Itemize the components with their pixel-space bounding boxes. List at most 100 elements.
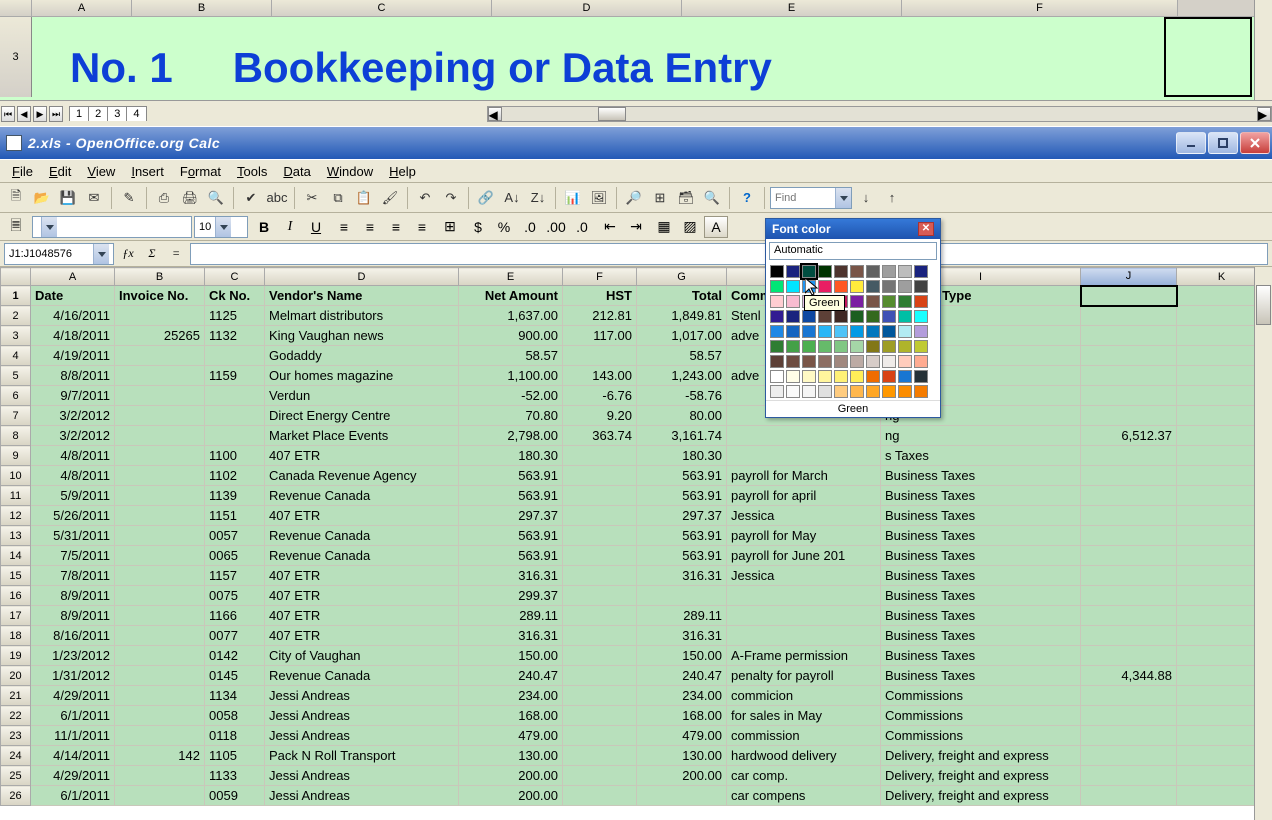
cell[interactable]: 70.80 — [459, 406, 563, 426]
bg-color-icon[interactable]: ▨ — [678, 216, 702, 238]
cell[interactable] — [1177, 586, 1255, 606]
color-swatch[interactable] — [914, 355, 928, 368]
color-swatch[interactable] — [770, 370, 784, 383]
cell[interactable] — [563, 686, 637, 706]
color-swatch[interactable] — [850, 280, 864, 293]
styles-icon[interactable]: 🗏 — [4, 216, 28, 238]
color-swatch[interactable] — [850, 370, 864, 383]
cell[interactable]: -52.00 — [459, 386, 563, 406]
header-cell[interactable]: Vendor's Name — [265, 286, 459, 306]
header-cell[interactable]: Net Amount — [459, 286, 563, 306]
row-header[interactable]: 7 — [1, 406, 31, 426]
color-swatch[interactable] — [882, 310, 896, 323]
cell[interactable] — [1081, 466, 1177, 486]
cell[interactable]: Pack N Roll Transport — [265, 746, 459, 766]
cell[interactable] — [1177, 726, 1255, 746]
cell[interactable]: 407 ETR — [265, 506, 459, 526]
font-size-combo[interactable]: 10 — [194, 216, 248, 238]
del-decimal-icon[interactable]: .0 — [570, 216, 594, 238]
cell[interactable]: commicion — [727, 686, 881, 706]
cell[interactable]: 1100 — [205, 446, 265, 466]
italic-button[interactable]: I — [278, 216, 302, 238]
cell[interactable] — [727, 586, 881, 606]
cell[interactable]: 0065 — [205, 546, 265, 566]
close-button[interactable] — [1240, 132, 1270, 154]
cell[interactable]: 143.00 — [563, 366, 637, 386]
tab-nav-next[interactable]: ▶ — [33, 106, 47, 122]
cell[interactable] — [563, 706, 637, 726]
color-swatch[interactable] — [818, 265, 832, 278]
cell[interactable] — [115, 366, 205, 386]
cell[interactable]: 1,849.81 — [637, 306, 727, 326]
cell[interactable]: 299.37 — [459, 586, 563, 606]
cell[interactable]: 5/31/2011 — [31, 526, 115, 546]
cell[interactable]: Revenue Canada — [265, 486, 459, 506]
color-swatch[interactable] — [898, 310, 912, 323]
cell[interactable]: 234.00 — [459, 686, 563, 706]
cell[interactable]: 4/8/2011 — [31, 466, 115, 486]
row-header[interactable]: 14 — [1, 546, 31, 566]
cell[interactable]: Revenue Canada — [265, 526, 459, 546]
header-cell[interactable] — [1177, 286, 1255, 306]
color-swatch[interactable] — [866, 280, 880, 293]
cell[interactable]: King Vaughan news — [265, 326, 459, 346]
row-header[interactable]: 8 — [1, 426, 31, 446]
sheet-tab[interactable]: 2 — [88, 106, 108, 121]
cell[interactable] — [1177, 626, 1255, 646]
color-swatch[interactable] — [882, 370, 896, 383]
cell[interactable] — [115, 586, 205, 606]
cell[interactable]: 1,637.00 — [459, 306, 563, 326]
color-swatch[interactable] — [914, 325, 928, 338]
cell[interactable]: 6/1/2011 — [31, 706, 115, 726]
cell[interactable]: 8/8/2011 — [31, 366, 115, 386]
color-swatch[interactable] — [786, 280, 800, 293]
cell[interactable] — [115, 666, 205, 686]
color-swatch[interactable] — [850, 295, 864, 308]
cell[interactable]: 0058 — [205, 706, 265, 726]
column-header[interactable]: A — [31, 268, 115, 286]
cell[interactable]: 407 ETR — [265, 446, 459, 466]
color-swatch[interactable] — [834, 325, 848, 338]
cell[interactable]: 1,243.00 — [637, 366, 727, 386]
cell[interactable]: 0077 — [205, 626, 265, 646]
header-cell[interactable]: HST — [563, 286, 637, 306]
cell[interactable] — [1081, 626, 1177, 646]
color-swatch[interactable] — [802, 355, 816, 368]
email-icon[interactable]: ✉ — [82, 186, 106, 210]
color-swatch[interactable] — [818, 340, 832, 353]
cell[interactable] — [563, 746, 637, 766]
cell[interactable]: 1125 — [205, 306, 265, 326]
cell[interactable]: 1157 — [205, 566, 265, 586]
minimize-button[interactable] — [1176, 132, 1206, 154]
row-header[interactable]: 6 — [1, 386, 31, 406]
sum-icon[interactable]: Σ — [142, 244, 162, 264]
cell[interactable] — [727, 426, 881, 446]
header-cell[interactable] — [1081, 286, 1177, 306]
cell[interactable] — [563, 506, 637, 526]
cell[interactable]: 479.00 — [459, 726, 563, 746]
format-paint-icon[interactable]: 🖌 — [378, 186, 402, 210]
row-header[interactable]: 24 — [1, 746, 31, 766]
cell[interactable] — [1081, 506, 1177, 526]
cell[interactable]: 130.00 — [459, 746, 563, 766]
align-center-icon[interactable]: ≡ — [358, 216, 382, 238]
cell[interactable] — [563, 346, 637, 366]
cell[interactable]: Our homes magazine — [265, 366, 459, 386]
color-swatch[interactable] — [802, 325, 816, 338]
cell[interactable]: City of Vaughan — [265, 646, 459, 666]
cell[interactable] — [115, 426, 205, 446]
menu-data[interactable]: Data — [275, 162, 318, 181]
menu-edit[interactable]: Edit — [41, 162, 79, 181]
color-swatch[interactable] — [818, 385, 832, 398]
merge-cells-icon[interactable]: ⊞ — [438, 216, 462, 238]
save-icon[interactable]: 💾 — [56, 186, 80, 210]
cell[interactable]: 4/18/2011 — [31, 326, 115, 346]
menu-help[interactable]: Help — [381, 162, 424, 181]
cell[interactable]: 563.91 — [459, 466, 563, 486]
color-swatch[interactable] — [850, 340, 864, 353]
color-swatch[interactable] — [818, 370, 832, 383]
cell[interactable] — [115, 466, 205, 486]
cell[interactable]: Business Taxes — [881, 606, 1081, 626]
cell[interactable]: 316.31 — [459, 566, 563, 586]
row-header[interactable]: 19 — [1, 646, 31, 666]
